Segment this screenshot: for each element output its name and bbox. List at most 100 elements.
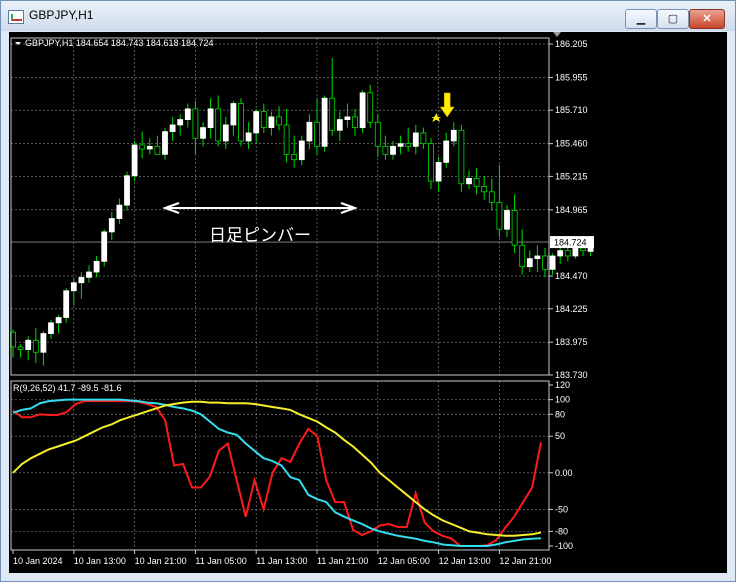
candle-body: [86, 271, 92, 278]
candle-body: [344, 116, 351, 120]
indicator-tick-label: -80: [555, 526, 568, 536]
indicator-tick-label: 50: [555, 431, 565, 441]
candle-body: [321, 97, 328, 147]
candle-body: [390, 145, 396, 155]
candle-body: [352, 116, 358, 128]
candle-body: [291, 153, 298, 161]
minimize-button[interactable]: ▁: [625, 9, 657, 29]
candle-body: [32, 339, 39, 353]
candle-body: [116, 204, 123, 219]
candle-body: [101, 231, 108, 262]
maximize-button[interactable]: ▢: [657, 9, 689, 29]
candle-body: [78, 276, 85, 284]
title-bar[interactable]: GBPJPY,H1 ▁ ▢ ✕: [1, 1, 735, 31]
chart-window: GBPJPY,H1 ▁ ▢ ✕ 日足ピンバー 186.205 185.955 185…: [0, 0, 736, 582]
indicator-title: R(9,26,52) 41.7 -89.5 -81.6: [13, 383, 122, 393]
candle-body: [504, 210, 510, 230]
candle-body: [146, 145, 153, 150]
maximize-icon: ▢: [667, 13, 679, 25]
price-tick-label: 184.470: [555, 271, 588, 281]
time-tick-label: 10 Jan 2024: [13, 556, 63, 566]
candle-body: [542, 255, 548, 270]
candle-body: [367, 92, 374, 123]
current-price-label: 184.724: [554, 238, 587, 248]
chart-window-icon: [8, 10, 24, 24]
time-tick-label: 12 Jan 21:00: [499, 556, 551, 566]
candle-body: [428, 143, 434, 182]
indicator-tick-label: -100: [555, 541, 573, 551]
candle-body: [564, 250, 571, 257]
candle-body: [580, 247, 586, 252]
candle-body: [359, 92, 366, 128]
candle-body: [55, 317, 62, 324]
close-button[interactable]: ✕: [689, 9, 725, 29]
candle-body: [466, 178, 472, 185]
time-tick-label: 12 Jan 13:00: [439, 556, 491, 566]
candle-body: [306, 121, 313, 142]
candle-body: [139, 144, 146, 150]
time-tick-label: 12 Jan 05:00: [378, 556, 430, 566]
candle-body: [177, 119, 184, 126]
main-chart-title: GBPJPY,H1 184.654 184.743 184.618 184.72…: [25, 38, 214, 48]
price-tick-label: 185.215: [555, 171, 588, 181]
candle-body: [154, 145, 161, 155]
chart-area[interactable]: 日足ピンバー 186.205 185.955 185.710 185.460 185.2…: [9, 32, 727, 573]
candle-body: [230, 103, 237, 126]
candle-body: [572, 247, 579, 257]
chart-canvas[interactable]: 日足ピンバー 186.205 185.955 185.710 185.460 185.2…: [9, 32, 727, 573]
candle-body: [397, 143, 404, 147]
candle-body: [329, 97, 336, 131]
indicator-tick-label: 120: [555, 380, 570, 390]
candle-body: [473, 178, 480, 187]
minimize-icon: ▁: [636, 13, 646, 25]
indicator-tick-label: -50: [555, 504, 568, 514]
candle-body: [420, 132, 427, 145]
candle-body: [549, 255, 556, 270]
candle-body: [314, 121, 320, 147]
candle-body: [268, 116, 275, 128]
time-tick-label: 11 Jan 13:00: [256, 556, 307, 566]
indicator-tick-label: 100: [555, 395, 570, 405]
candle-body: [526, 258, 533, 268]
candle-body: [276, 116, 282, 126]
time-tick-label: 11 Jan 05:00: [195, 556, 246, 566]
candle-body: [405, 143, 412, 147]
time-tick-label: 10 Jan 13:00: [74, 556, 126, 566]
candle-body: [283, 124, 290, 155]
indicator-tick-label: 0.00: [555, 468, 573, 478]
candle-body: [382, 145, 389, 155]
candle-body: [534, 255, 541, 260]
price-tick-label: 184.225: [555, 304, 588, 314]
candle-body: [17, 346, 24, 350]
candle-body: [519, 244, 526, 268]
candle-body: [40, 333, 47, 353]
price-tick-label: 186.205: [555, 39, 588, 49]
price-tick-label: 185.955: [555, 72, 588, 82]
candle-body: [93, 260, 100, 273]
candle-body: [238, 103, 244, 142]
price-tick-label: 183.975: [555, 337, 588, 347]
candle-body: [511, 210, 518, 246]
price-tick-label: 185.460: [555, 139, 588, 149]
candle-body: [557, 250, 564, 257]
candle-body: [192, 108, 199, 139]
time-tick-label: 11 Jan 21:00: [317, 556, 368, 566]
time-tick-label: 10 Jan 21:00: [135, 556, 187, 566]
candle-body: [435, 161, 442, 182]
price-tick-label: 185.710: [555, 105, 588, 115]
candle-body: [222, 124, 229, 142]
price-tick-label: 184.965: [555, 205, 588, 215]
candle-body: [108, 218, 115, 233]
candle-body: [207, 108, 214, 128]
candle-body: [184, 108, 191, 120]
window-title: GBPJPY,H1: [29, 8, 94, 22]
candle-body: [374, 121, 381, 147]
candle-body: [336, 119, 343, 131]
candle-body: [169, 124, 176, 133]
candle-body: [481, 186, 488, 193]
candle-body: [260, 111, 267, 128]
annotation-label: 日足ピンバー: [209, 226, 311, 245]
candle-body: [48, 322, 54, 334]
candle-body: [200, 127, 206, 139]
candle-body: [25, 339, 32, 350]
